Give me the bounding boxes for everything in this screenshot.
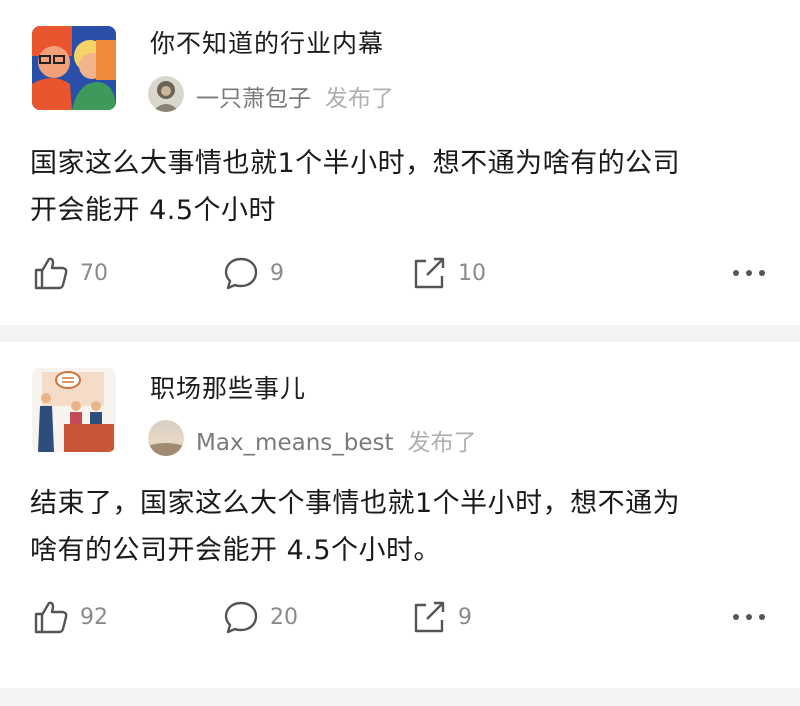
like-button[interactable]: 70 — [32, 253, 108, 293]
post-text[interactable]: 结束了，国家这么大个事情也就1个半小时，想不通为 啥有的公司开会能开 4.5个小… — [30, 480, 770, 574]
group-avatar[interactable] — [32, 26, 116, 110]
published-label: 发布了 — [407, 430, 477, 456]
author-name[interactable]: 一只萧包子 — [196, 86, 311, 112]
more-button[interactable] — [730, 253, 768, 293]
thumbs-up-icon — [34, 601, 68, 634]
share-count: 9 — [458, 604, 472, 630]
like-count: 70 — [80, 260, 108, 286]
comment-button[interactable]: 9 — [222, 253, 284, 293]
published-label: 发布了 — [325, 86, 394, 112]
comment-button[interactable]: 20 — [222, 597, 298, 637]
comment-bubble-icon — [224, 257, 258, 290]
like-count: 92 — [80, 604, 108, 630]
more-button[interactable] — [730, 597, 768, 637]
post-card[interactable]: 你不知道的行业内幕 一只萧包子 发布了 国家这么大事情也就1个半小时，想不通为啥有… — [0, 0, 800, 325]
post-card[interactable]: 职场那些事儿 Max_means_best 发布了 结束了，国家这么大个事情也就1… — [0, 342, 800, 688]
more-dots-icon — [733, 614, 765, 620]
user-avatar[interactable] — [148, 76, 184, 112]
thumbs-up-icon — [34, 257, 68, 290]
share-button[interactable]: 9 — [410, 597, 472, 637]
group-name[interactable]: 职场那些事儿 — [150, 369, 306, 405]
comment-count: 20 — [270, 604, 298, 630]
group-avatar[interactable] — [32, 368, 116, 452]
post-text-line: 啥有的公司开会能开 4.5个小时。 — [30, 535, 442, 566]
comment-count: 9 — [270, 260, 284, 286]
card-separator — [0, 688, 800, 706]
author-line: Max_means_best 发布了 — [196, 423, 477, 457]
like-button[interactable]: 92 — [32, 597, 108, 637]
post-text-line: 结束了，国家这么大个事情也就1个半小时，想不通为 — [30, 488, 681, 519]
post-text[interactable]: 国家这么大事情也就1个半小时，想不通为啥有的公司 开会能开 4.5个小时 — [30, 140, 770, 234]
post-text-line: 开会能开 4.5个小时 — [30, 195, 277, 226]
group-name[interactable]: 你不知道的行业内幕 — [150, 24, 384, 60]
comment-bubble-icon — [224, 601, 258, 634]
author-name[interactable]: Max_means_best — [196, 430, 394, 456]
share-count: 10 — [458, 260, 486, 286]
post-text-line: 国家这么大事情也就1个半小时，想不通为啥有的公司 — [30, 148, 681, 179]
author-line: 一只萧包子 发布了 — [196, 79, 394, 113]
card-separator — [0, 325, 800, 342]
share-icon — [414, 601, 445, 633]
more-dots-icon — [733, 270, 765, 276]
user-avatar[interactable] — [148, 420, 184, 456]
action-bar: 70 9 10 — [0, 253, 800, 293]
share-button[interactable]: 10 — [410, 253, 486, 293]
action-bar: 92 20 9 — [0, 597, 800, 637]
share-icon — [414, 257, 445, 289]
